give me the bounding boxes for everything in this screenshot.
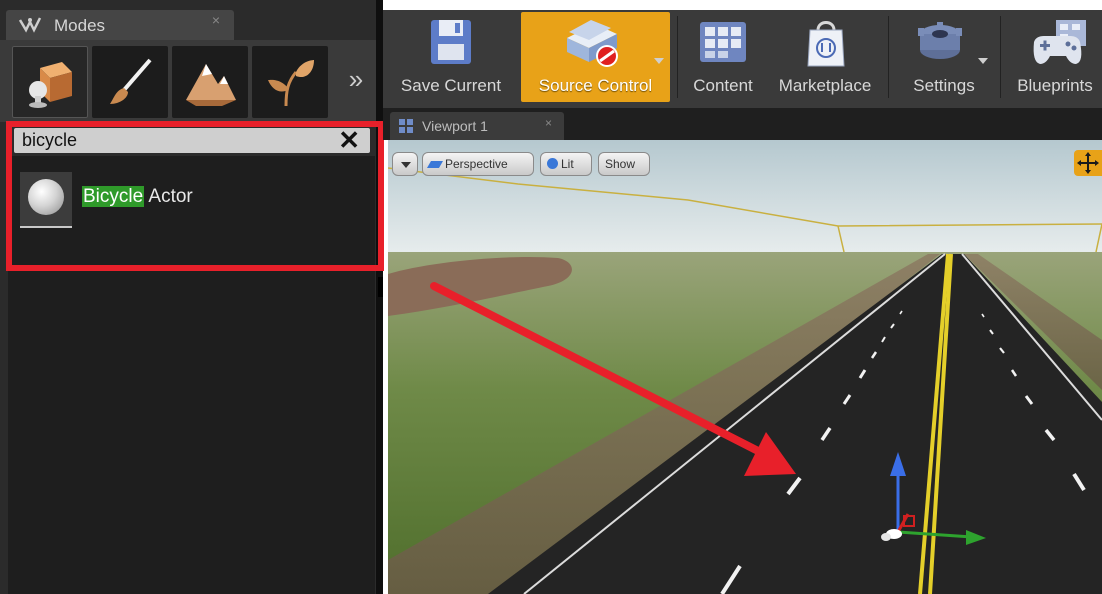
save-current-label: Save Current [400,76,502,95]
shopping-bag-icon [807,21,845,67]
gamepad-icon [1033,20,1086,64]
toolbar-separator [677,16,678,98]
source-control-button[interactable]: Source Control [521,12,670,102]
content-button[interactable]: Content [684,12,762,102]
settings-label: Settings [913,76,975,95]
settings-button[interactable]: Settings [896,12,992,102]
splitter-handle[interactable] [378,277,383,297]
place-mode-button[interactable] [12,46,88,118]
modes-panel: Modes × » bicycle ✕ Bicycle Actor [0,0,383,594]
marketplace-button[interactable]: Marketplace [770,12,880,102]
viewport-grid-icon [398,118,414,137]
perspective-button[interactable]: Perspective [422,152,534,176]
level-viewport[interactable]: Perspective Lit Show [388,140,1102,594]
blueprints-button[interactable]: Blueprints [1008,12,1102,102]
sphere-icon [547,158,558,169]
source-control-icon [567,20,618,67]
gear-icon [918,22,962,59]
show-label: Show [605,157,636,171]
toolbar-separator [888,16,889,98]
place-mode-icon [29,62,72,108]
viewport-tab-label: Viewport 1 [422,118,488,134]
show-button[interactable]: Show [598,152,650,176]
toolbar-separator [1000,16,1001,98]
chevron-down-icon [401,162,411,168]
lit-label: Lit [561,157,574,171]
viewport-options-button[interactable] [392,152,418,176]
transform-toggle-button[interactable] [1074,150,1102,176]
perspective-icon [426,161,444,168]
toolbar-top-margin [383,0,1102,10]
panel-divider[interactable] [376,0,383,594]
brush-icon [110,58,152,104]
chevron-down-icon[interactable] [978,58,988,64]
modes-tab-label: Modes [54,16,106,35]
content-label: Content [693,76,753,95]
close-icon[interactable]: × [545,116,552,130]
more-modes-button[interactable]: » [336,64,376,95]
content-browser-icon [700,22,746,62]
marketplace-label: Marketplace [778,76,872,95]
paint-mode-button[interactable] [92,46,168,118]
landscape-mode-button[interactable] [172,46,248,118]
foliage-mode-button[interactable] [252,46,328,118]
mode-strip: » [0,40,383,122]
lit-button[interactable]: Lit [540,152,592,176]
move-icon [1077,152,1099,174]
source-control-label: Source Control [538,76,653,95]
leaf-icon [268,60,314,107]
viewport-scene [388,140,1102,594]
blueprints-label: Blueprints [1017,76,1093,95]
tab-viewport[interactable]: Viewport 1 × [390,112,564,140]
perspective-label: Perspective [445,157,508,171]
modes-icon [18,16,44,39]
mountain-icon [186,64,236,106]
close-icon[interactable]: × [212,12,220,28]
modes-tab[interactable]: Modes × [6,10,234,40]
save-current-button[interactable]: Save Current [392,12,510,102]
save-icon [431,20,471,64]
annotation-highlight-box [6,121,384,271]
chevron-down-icon[interactable] [654,58,664,64]
